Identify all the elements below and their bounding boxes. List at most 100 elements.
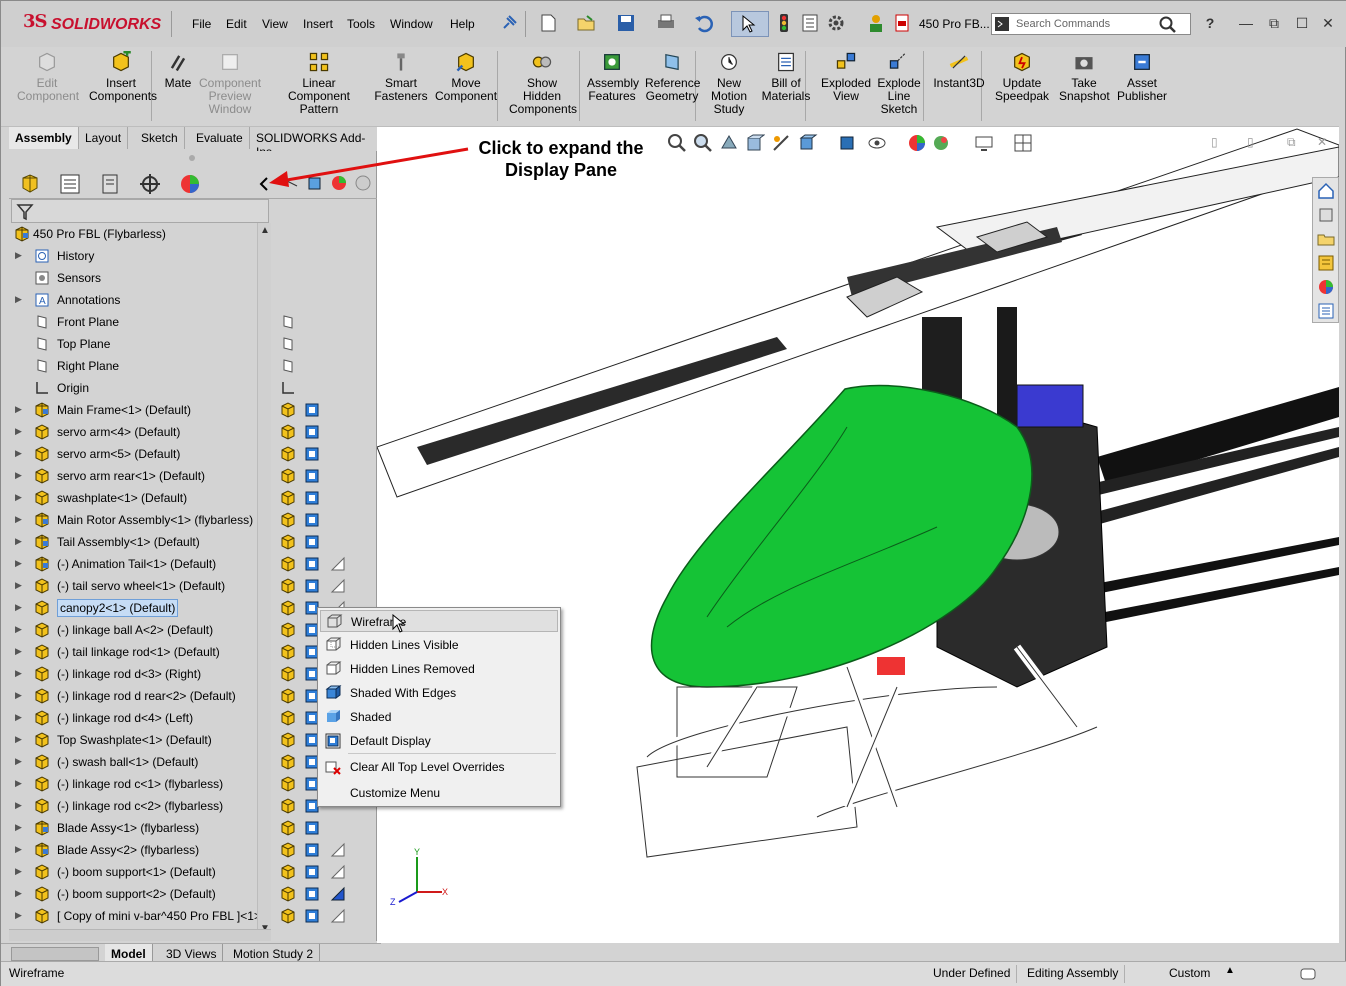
display-mode-icon[interactable] xyxy=(303,885,321,903)
tree-filter[interactable] xyxy=(11,199,269,223)
viewport-minimize-icon[interactable]: ▯ xyxy=(1247,135,1254,149)
part-visibility-icon[interactable] xyxy=(279,709,297,727)
displaymanager-tab-icon[interactable] xyxy=(175,172,205,196)
menu-edit[interactable]: Edit xyxy=(226,17,247,31)
tree-hscrollbar[interactable] xyxy=(9,929,271,941)
tree-item[interactable]: ▶ [ Copy of mini v-bar^450 Pro FBL ]<1> xyxy=(9,905,267,927)
dynamic-annotation-icon[interactable] xyxy=(771,133,791,153)
expand-arrow-icon[interactable]: ▶ xyxy=(15,448,22,459)
status-units[interactable]: Custom xyxy=(1163,965,1216,983)
previous-view-icon[interactable] xyxy=(719,133,739,153)
part-visibility-icon[interactable] xyxy=(279,775,297,793)
tab-assembly[interactable]: Assembly xyxy=(9,127,79,149)
tree-item[interactable]: Sensors xyxy=(9,267,267,289)
part-visibility-icon[interactable] xyxy=(279,511,297,529)
expand-arrow-icon[interactable]: ▶ xyxy=(15,514,22,525)
rebuild-icon[interactable] xyxy=(773,12,795,34)
menu-item-customize-menu[interactable]: Customize Menu xyxy=(320,782,558,804)
tree-item[interactable]: ▶ A Annotations xyxy=(9,289,267,311)
expand-arrow-icon[interactable]: ▶ xyxy=(15,624,22,635)
viewport-close-icon[interactable]: ✕ xyxy=(1317,135,1327,149)
viewport-tile-icon[interactable]: ⧉ xyxy=(1287,135,1296,150)
tree-item[interactable]: ▶ (-) linkage ball A<2> (Default) xyxy=(9,619,267,641)
tree-item[interactable]: ▶ (-) tail linkage rod<1> (Default) xyxy=(9,641,267,663)
plane-icon[interactable] xyxy=(279,357,297,375)
expand-arrow-icon[interactable]: ▶ xyxy=(15,492,22,503)
menu-item-shaded[interactable]: Shaded xyxy=(320,706,558,728)
display-mode-icon[interactable] xyxy=(303,907,321,925)
part-visibility-icon[interactable] xyxy=(279,643,297,661)
triangle-icon[interactable] xyxy=(329,841,347,859)
part-visibility-icon[interactable] xyxy=(279,445,297,463)
tree-item[interactable]: ▶ swashplate<1> (Default) xyxy=(9,487,267,509)
expand-arrow-icon[interactable]: ▶ xyxy=(15,602,22,613)
section-view-icon[interactable] xyxy=(745,133,765,153)
dimxpertmanager-tab-icon[interactable] xyxy=(135,172,165,196)
tree-item[interactable]: ▶ Main Frame<1> (Default) xyxy=(9,399,267,421)
select-tool-button[interactable] xyxy=(731,11,769,37)
cmd-reference-geometry-button[interactable]: Reference Geometry xyxy=(645,51,700,103)
print-icon[interactable] xyxy=(655,12,677,34)
solidworks-logo[interactable]: 3S SOLIDWORKS xyxy=(19,9,164,39)
zoom-to-fit-icon[interactable] xyxy=(667,133,687,153)
pin-icon[interactable] xyxy=(498,12,520,34)
part-visibility-icon[interactable] xyxy=(279,841,297,859)
tree-item[interactable]: ▶ (-) linkage rod d<4> (Left) xyxy=(9,707,267,729)
viewport-restore-icon[interactable]: ▯ xyxy=(1211,135,1218,149)
tab-sketch[interactable]: Sketch xyxy=(135,127,185,149)
tree-item[interactable]: ▶ Tail Assembly<1> (Default) xyxy=(9,531,267,553)
triangle-icon[interactable] xyxy=(329,577,347,595)
expand-arrow-icon[interactable]: ▶ xyxy=(15,888,22,899)
expand-arrow-icon[interactable]: ▶ xyxy=(15,668,22,679)
cmd-asset-publisher-button[interactable]: Asset Publisher xyxy=(1115,51,1169,103)
menu-item-shaded-with-edges[interactable]: Shaded With Edges xyxy=(320,682,558,704)
part-visibility-icon[interactable] xyxy=(279,401,297,419)
expand-arrow-icon[interactable]: ▶ xyxy=(15,756,22,767)
tree-item[interactable]: ▶ (-) linkage rod d rear<2> (Default) xyxy=(9,685,267,707)
menu-insert[interactable]: Insert xyxy=(303,17,333,31)
part-visibility-icon[interactable] xyxy=(279,863,297,881)
display-mode-icon[interactable] xyxy=(303,445,321,463)
expand-arrow-icon[interactable]: ▶ xyxy=(15,778,22,789)
cmd-component-preview-button[interactable]: Component Preview Window xyxy=(199,51,261,116)
menu-item-hidden-lines-removed[interactable]: Hidden Lines Removed xyxy=(320,658,558,680)
display-mode-icon[interactable] xyxy=(303,489,321,507)
tree-scrollbar[interactable]: ▲ ▼ xyxy=(257,223,271,941)
restore-button[interactable]: ⧉ xyxy=(1263,13,1285,35)
view-settings-icon[interactable] xyxy=(973,133,997,153)
save-icon[interactable] xyxy=(615,12,637,34)
pdf-icon[interactable] xyxy=(891,12,913,34)
expand-arrow-icon[interactable]: ▶ xyxy=(15,470,22,481)
display-mode-icon[interactable] xyxy=(303,423,321,441)
expand-arrow-icon[interactable]: ▶ xyxy=(15,250,22,261)
menu-file[interactable]: File xyxy=(192,17,211,31)
display-mode-icon[interactable] xyxy=(303,401,321,419)
expand-arrow-icon[interactable]: ▶ xyxy=(15,712,22,723)
file-explorer-icon[interactable] xyxy=(1317,230,1335,248)
configurationmanager-tab-icon[interactable] xyxy=(95,172,125,196)
tab-evaluate[interactable]: Evaluate xyxy=(190,127,250,149)
part-visibility-icon[interactable] xyxy=(279,885,297,903)
custom-properties-icon[interactable] xyxy=(1317,302,1335,320)
part-visibility-icon[interactable] xyxy=(279,621,297,639)
edit-appearance-icon[interactable] xyxy=(907,133,927,153)
part-visibility-icon[interactable] xyxy=(279,599,297,617)
expand-arrow-icon[interactable]: ▶ xyxy=(15,910,22,921)
expand-arrow-icon[interactable]: ▶ xyxy=(15,580,22,591)
cmd-move-component-button[interactable]: Move Component xyxy=(435,51,497,103)
tree-item[interactable]: Origin xyxy=(9,377,267,399)
triangle-icon[interactable] xyxy=(329,863,347,881)
expand-arrow-icon[interactable]: ▶ xyxy=(15,800,22,811)
quick-tips-icon[interactable] xyxy=(1299,965,1317,983)
tree-item[interactable]: ▶ servo arm rear<1> (Default) xyxy=(9,465,267,487)
tree-item[interactable]: Right Plane xyxy=(9,355,267,377)
menu-item-clear-all-top-level-overrides[interactable]: Clear All Top Level Overrides xyxy=(320,756,558,778)
cmd-snapshot-button[interactable]: Take Snapshot xyxy=(1059,51,1110,103)
tree-item[interactable]: ▶ (-) swash ball<1> (Default) xyxy=(9,751,267,773)
cmd-instant3d-button[interactable]: Instant3D xyxy=(931,51,987,90)
search-commands-box[interactable]: Search Commands xyxy=(991,13,1191,35)
part-visibility-icon[interactable] xyxy=(279,489,297,507)
part-visibility-icon[interactable] xyxy=(279,687,297,705)
undo-icon[interactable] xyxy=(693,12,715,34)
part-visibility-icon[interactable] xyxy=(279,467,297,485)
